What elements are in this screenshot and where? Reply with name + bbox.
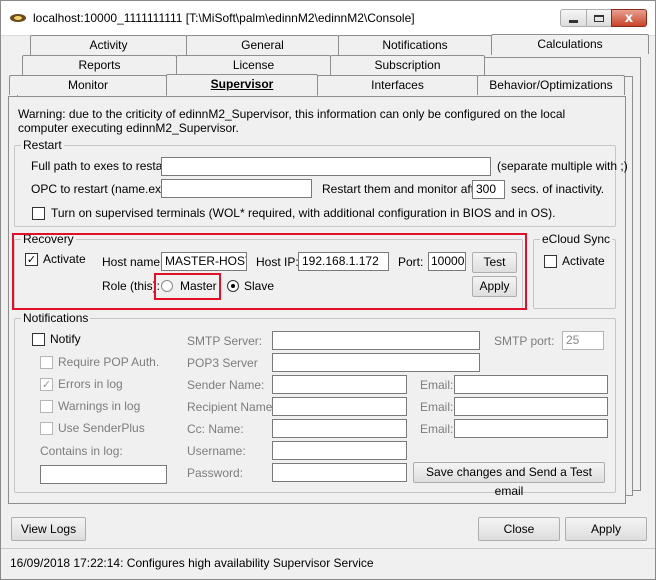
warnings-in-log-label: Warnings in log xyxy=(58,399,141,413)
ecloud-legend: eCloud Sync xyxy=(540,232,613,246)
exes-label: Full path to exes to restart: xyxy=(31,159,174,173)
save-send-test-email-button[interactable]: Save changes and Send a Test email xyxy=(413,462,605,498)
exes-hint: (separate multiple with ;) xyxy=(497,159,628,173)
status-bar: 16/09/2018 17:22:14: Configures high ava… xyxy=(1,548,655,579)
sender-email-input[interactable] xyxy=(454,375,608,394)
main-window: localhost:10000_1111111111 [T:\MiSoft\pa… xyxy=(0,0,656,580)
view-logs-button[interactable]: View Logs xyxy=(11,517,86,541)
restart-group: Restart Full path to exes to restart: (s… xyxy=(14,138,628,227)
tab-monitor[interactable]: Monitor xyxy=(9,75,167,95)
contains-label: Contains in log: xyxy=(40,444,123,458)
sender-name-label: Sender Name: xyxy=(187,378,265,392)
status-text: 16/09/2018 17:22:14: Configures high ava… xyxy=(10,556,374,570)
recovery-highlight xyxy=(12,233,527,310)
monitor-suffix: secs. of inactivity. xyxy=(511,182,605,196)
minimize-icon xyxy=(569,19,578,23)
checkmark-icon: ✓ xyxy=(41,378,52,391)
cc-email-input[interactable] xyxy=(454,419,608,438)
email-label-1: Email: xyxy=(420,378,454,392)
ecloud-sync-group: eCloud Sync Activate xyxy=(533,232,616,309)
pop3-input[interactable] xyxy=(272,353,480,372)
monitor-seconds-input[interactable]: 300 xyxy=(472,180,505,199)
recipient-name-label: Recipient Name: xyxy=(187,400,276,414)
tab-notifications[interactable]: Notifications xyxy=(338,35,492,55)
recipient-email-input[interactable] xyxy=(454,397,608,416)
opc-input[interactable] xyxy=(161,179,312,198)
tab-calculations[interactable]: Calculations xyxy=(491,34,649,54)
maximize-icon xyxy=(594,14,604,22)
tab-subscription[interactable]: Subscription xyxy=(330,55,485,75)
smtp-server-input[interactable] xyxy=(272,331,480,350)
tab-general[interactable]: General xyxy=(186,35,339,55)
ecloud-activate-checkbox[interactable] xyxy=(544,255,557,268)
sender-plus-label: Use SenderPlus xyxy=(58,421,145,435)
monitor-label: Restart them and monitor after: xyxy=(322,182,489,196)
errors-in-log-checkbox[interactable]: ✓ xyxy=(40,378,53,391)
tab-interfaces[interactable]: Interfaces xyxy=(317,75,478,95)
tab-license[interactable]: License xyxy=(176,55,331,75)
password-input[interactable] xyxy=(272,463,407,482)
minimize-button[interactable] xyxy=(560,9,587,27)
window-title: localhost:10000_1111111111 [T:\MiSoft\pa… xyxy=(33,11,415,25)
notify-checkbox[interactable] xyxy=(32,333,45,346)
tab-behavior-optimizations[interactable]: Behavior/Optimizations xyxy=(477,75,625,95)
warning-text: Warning: due to the criticity of edinnM2… xyxy=(18,107,566,135)
email-label-3: Email: xyxy=(420,422,454,436)
smtp-server-label: SMTP Server: xyxy=(187,334,263,348)
require-pop-checkbox[interactable] xyxy=(40,356,53,369)
username-input[interactable] xyxy=(272,441,407,460)
notifications-group: Notifications Notify Require POP Auth. ✓… xyxy=(14,311,616,498)
smtp-port-input[interactable]: 25 xyxy=(562,331,604,350)
notify-label: Notify xyxy=(50,332,81,346)
title-bar: localhost:10000_1111111111 [T:\MiSoft\pa… xyxy=(1,1,655,36)
exes-input[interactable] xyxy=(161,157,491,176)
tab-activity[interactable]: Activity xyxy=(30,35,187,55)
sender-name-input[interactable] xyxy=(272,375,407,394)
notifications-legend: Notifications xyxy=(21,311,91,325)
close-icon: x xyxy=(624,10,634,26)
password-label: Password: xyxy=(187,466,244,480)
contains-input[interactable] xyxy=(40,465,167,484)
wol-label: Turn on supervised terminals (WOL* requi… xyxy=(51,206,556,220)
username-label: Username: xyxy=(187,444,246,458)
master-highlight xyxy=(154,273,221,300)
cc-name-label: Cc: Name: xyxy=(187,422,244,436)
tab-reports[interactable]: Reports xyxy=(22,55,177,75)
close-button[interactable]: Close xyxy=(478,517,560,541)
require-pop-label: Require POP Auth. xyxy=(58,355,160,369)
pop3-label: POP3 Server xyxy=(187,356,258,370)
tab-supervisor[interactable]: Supervisor xyxy=(166,74,318,96)
smtp-port-label: SMTP port: xyxy=(494,334,555,348)
app-icon xyxy=(10,14,26,22)
sender-plus-checkbox[interactable] xyxy=(40,422,53,435)
maximize-button[interactable] xyxy=(586,9,612,27)
close-window-button[interactable]: x xyxy=(611,9,647,27)
supervisor-panel: Warning: due to the criticity of edinnM2… xyxy=(8,96,628,504)
warnings-in-log-checkbox[interactable] xyxy=(40,400,53,413)
errors-in-log-label: Errors in log xyxy=(58,377,123,391)
recipient-name-input[interactable] xyxy=(272,397,407,416)
apply-button[interactable]: Apply xyxy=(565,517,647,541)
restart-legend: Restart xyxy=(21,138,64,152)
email-label-2: Email: xyxy=(420,400,454,414)
opc-label: OPC to restart (name.exe): xyxy=(31,182,176,196)
wol-checkbox[interactable] xyxy=(32,207,45,220)
cc-name-input[interactable] xyxy=(272,419,407,438)
ecloud-activate-label: Activate xyxy=(562,254,605,268)
